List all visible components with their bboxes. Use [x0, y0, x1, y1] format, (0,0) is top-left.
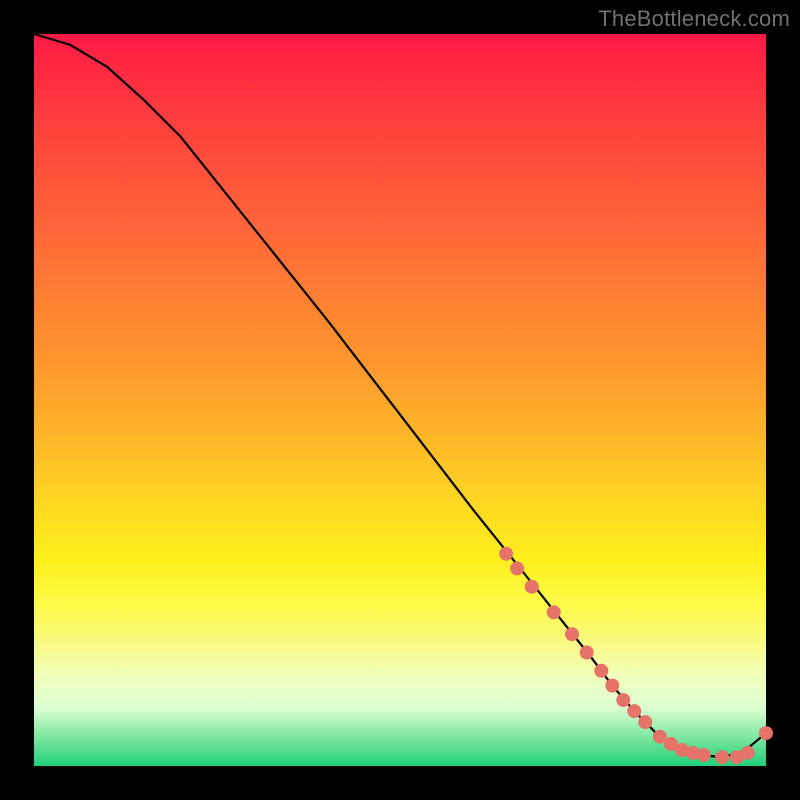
marker-point	[759, 726, 773, 740]
curve-layer	[34, 34, 766, 766]
marker-point	[499, 547, 513, 561]
marker-point	[580, 646, 594, 660]
marker-point	[638, 715, 652, 729]
watermark-text: TheBottleneck.com	[598, 6, 790, 32]
marker-point	[741, 746, 755, 760]
marker-point	[510, 561, 524, 575]
marker-point	[627, 704, 641, 718]
marker-point	[697, 748, 711, 762]
marker-point	[605, 679, 619, 693]
chart-frame: TheBottleneck.com	[0, 0, 800, 800]
marker-point	[715, 750, 729, 764]
plot-area	[34, 34, 766, 766]
marker-point	[547, 605, 561, 619]
marker-point	[565, 627, 579, 641]
bottleneck-curve	[34, 34, 766, 757]
marker-point	[525, 580, 539, 594]
marker-point	[616, 693, 630, 707]
marker-point	[594, 664, 608, 678]
highlighted-points	[499, 547, 773, 765]
